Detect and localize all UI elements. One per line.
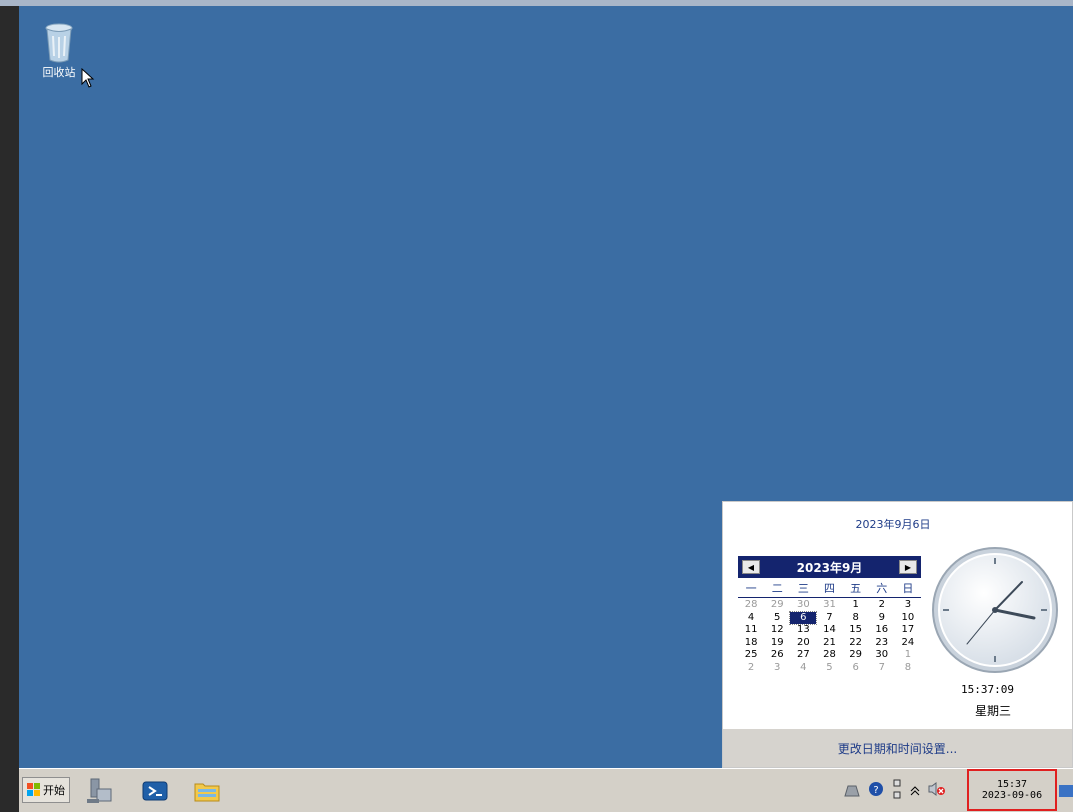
system-tray: ? (844, 779, 946, 803)
calendar-day[interactable]: 26 (764, 649, 790, 662)
calendar-day[interactable]: 13 (790, 624, 816, 637)
action-center-icon[interactable] (844, 782, 860, 801)
show-hidden-icons-button[interactable] (910, 782, 920, 801)
calendar-day[interactable]: 8 (895, 662, 921, 675)
calendar-day[interactable]: 22 (843, 637, 869, 650)
calendar-day[interactable]: 2 (869, 599, 895, 612)
flyout-footer: 更改日期和时间设置... (723, 729, 1072, 767)
calendar-day[interactable]: 11 (738, 624, 764, 637)
clock-weekday: 星期三 (975, 704, 1012, 718)
recycle-bin-label: 回收站 (42, 66, 76, 79)
show-desktop-button[interactable] (1059, 785, 1073, 797)
server-manager-icon[interactable] (85, 777, 113, 805)
calendar-day[interactable]: 1 (895, 649, 921, 662)
calendar-day[interactable]: 2 (738, 662, 764, 675)
left-edge-strip (0, 6, 19, 812)
month-calendar: ◀ 2023年9月 ▶ 一 二 三 四 五 六 日 28 29 30 31 1 … (738, 556, 921, 674)
calendar-day[interactable]: 4 (790, 662, 816, 675)
calendar-title-bar: ◀ 2023年9月 ▶ (738, 556, 921, 578)
svg-text:?: ? (873, 785, 878, 796)
calendar-day[interactable]: 20 (790, 637, 816, 650)
weekday-label: 二 (771, 582, 783, 595)
powershell-icon[interactable] (141, 777, 169, 805)
calendar-day[interactable]: 30 (790, 599, 816, 612)
weekday-header-row: 一 二 三 四 五 六 日 (738, 580, 921, 598)
calendar-day[interactable]: 7 (869, 662, 895, 675)
calendar-day[interactable]: 17 (895, 624, 921, 637)
mouse-cursor-icon (81, 67, 95, 92)
calendar-day[interactable]: 4 (738, 612, 764, 625)
calendar-day[interactable]: 27 (790, 649, 816, 662)
weekday-label: 五 (850, 582, 862, 595)
calendar-day[interactable]: 1 (843, 599, 869, 612)
calendar-day[interactable]: 21 (816, 637, 842, 650)
calendar-month-title[interactable]: 2023年9月 (797, 559, 863, 576)
taskbar: 开始 ? 15:37 2023-09-06 (19, 768, 1073, 812)
calendar-day[interactable]: 19 (764, 637, 790, 650)
calendar-day[interactable]: 16 (869, 624, 895, 637)
calendar-day[interactable]: 15 (843, 624, 869, 637)
taskbar-clock-time: 15:37 (996, 779, 1028, 790)
calendar-day[interactable]: 28 (738, 599, 764, 612)
clock-digital-time: 15:37:09 (961, 683, 1014, 696)
desktop-icon-recycle-bin[interactable]: 回收站 (34, 22, 84, 80)
chevron-right-icon: ▶ (904, 562, 912, 572)
weekday-label: 日 (902, 582, 914, 595)
taskbar-clock[interactable]: 15:37 2023-09-06 (967, 769, 1057, 811)
help-icon[interactable]: ? (868, 781, 884, 801)
change-date-time-settings-link[interactable]: 更改日期和时间设置... (838, 740, 957, 757)
calendar-day[interactable]: 14 (816, 624, 842, 637)
calendar-day[interactable]: 5 (816, 662, 842, 675)
network-icon[interactable] (892, 779, 902, 803)
calendar-day[interactable]: 29 (843, 649, 869, 662)
weekday-label: 六 (876, 582, 888, 595)
recycle-bin-icon (43, 22, 75, 63)
calendar-day[interactable]: 12 (764, 624, 790, 637)
weekday-label: 三 (797, 582, 809, 595)
calendar-day[interactable]: 9 (869, 612, 895, 625)
calendar-day[interactable]: 3 (895, 599, 921, 612)
calendar-day[interactable]: 31 (816, 599, 842, 612)
calendar-day[interactable]: 28 (816, 649, 842, 662)
analog-clock-icon (929, 544, 1061, 680)
calendar-day[interactable]: 18 (738, 637, 764, 650)
windows-logo-icon (27, 783, 40, 796)
volume-muted-icon[interactable] (928, 781, 946, 801)
calendar-day[interactable]: 24 (895, 637, 921, 650)
weekday-label: 一 (745, 582, 757, 595)
date-time-flyout: 2023年9月6日 ◀ 2023年9月 ▶ 一 二 三 四 五 六 日 28 2… (722, 501, 1073, 768)
calendar-day[interactable]: 30 (869, 649, 895, 662)
chevron-left-icon: ◀ (747, 562, 755, 572)
flyout-date-header[interactable]: 2023年9月6日 (723, 516, 1063, 532)
calendar-day[interactable]: 7 (816, 612, 842, 625)
taskbar-clock-date: 2023-09-06 (981, 790, 1043, 801)
calendar-day-selected[interactable]: 6 (789, 610, 818, 625)
calendar-day-grid: 28 29 30 31 1 2 3 4 5 6 7 8 9 10 11 12 1… (738, 599, 921, 674)
calendar-day[interactable]: 3 (764, 662, 790, 675)
start-label: 开始 (43, 784, 65, 797)
prev-month-button[interactable]: ◀ (742, 560, 760, 574)
next-month-button[interactable]: ▶ (899, 560, 917, 574)
calendar-day[interactable]: 29 (764, 599, 790, 612)
calendar-day[interactable]: 10 (895, 612, 921, 625)
calendar-day[interactable]: 8 (843, 612, 869, 625)
calendar-day[interactable]: 23 (869, 637, 895, 650)
calendar-day[interactable]: 5 (764, 612, 790, 625)
calendar-day[interactable]: 25 (738, 649, 764, 662)
calendar-day[interactable]: 6 (843, 662, 869, 675)
weekday-label: 四 (823, 582, 835, 595)
file-explorer-icon[interactable] (193, 777, 221, 805)
start-button[interactable]: 开始 (22, 777, 70, 803)
